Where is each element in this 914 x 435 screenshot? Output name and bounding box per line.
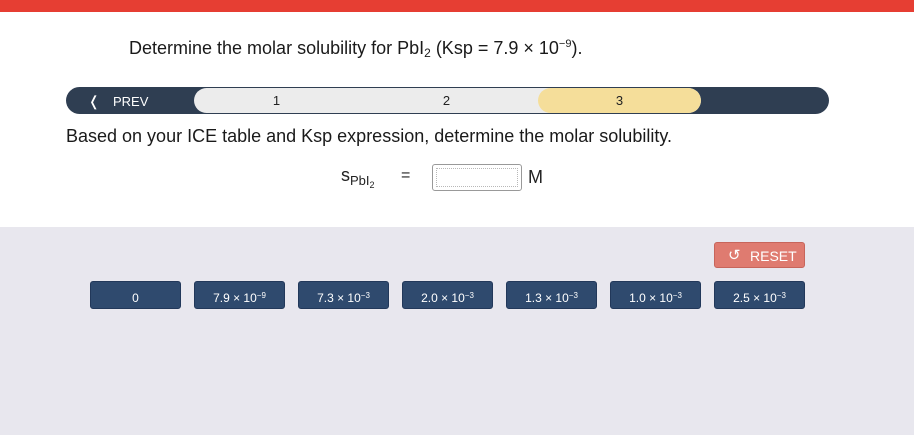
tile-exponent: −3	[776, 291, 786, 300]
answer-tile-6[interactable]: 2.5 × 10−3	[714, 281, 805, 309]
step-3-active[interactable]: 3	[538, 88, 701, 113]
instruction-text: Based on your ICE table and Ksp expressi…	[66, 126, 672, 146]
question-exponent: −9	[558, 38, 572, 50]
answer-tile-3[interactable]: 2.0 × 10−3	[402, 281, 493, 309]
tile-base: 7.3 × 10	[317, 291, 361, 305]
question-suffix: ).	[571, 38, 583, 58]
symbol-s: s	[341, 165, 350, 185]
question-prefix: Determine the molar solubility for PbI	[129, 38, 425, 58]
tile-base: 7.9 × 10	[213, 291, 257, 305]
answer-tile-5[interactable]: 1.0 × 10−3	[610, 281, 701, 309]
tile-exponent: −9	[256, 291, 266, 300]
answer-tile-4[interactable]: 1.3 × 10−3	[506, 281, 597, 309]
solubility-symbol: sPbI2	[341, 165, 375, 190]
equals-sign: =	[401, 167, 411, 184]
prev-label: PREV	[113, 94, 149, 109]
symbol-subscript: PbI	[350, 173, 370, 188]
undo-icon: ↺	[728, 247, 741, 264]
tile-base: 2.5 × 10	[733, 291, 777, 305]
top-accent-bar	[0, 0, 914, 12]
tile-base: 2.0 × 10	[421, 291, 465, 305]
answer-tile-0[interactable]: 0	[90, 281, 181, 309]
step-1[interactable]: 1	[194, 88, 359, 113]
step-track: 1 2 3	[194, 88, 701, 113]
question-text: Determine the molar solubility for PbI2 …	[129, 38, 582, 60]
chevron-left-icon: ❬	[88, 93, 100, 109]
reset-button[interactable]: ↺ RESET	[714, 242, 805, 268]
tile-exponent: −3	[360, 291, 370, 300]
tile-exponent: −3	[464, 291, 474, 300]
tile-base: 1.3 × 10	[525, 291, 569, 305]
answer-tile-2[interactable]: 7.3 × 10−3	[298, 281, 389, 309]
tile-base: 1.0 × 10	[629, 291, 673, 305]
symbol-subscript-2: 2	[369, 180, 375, 190]
unit-label: M	[528, 167, 543, 187]
step-navigator: ❬ PREV 1 2 3	[66, 87, 829, 114]
question-subscript: 2	[424, 46, 431, 60]
step-2[interactable]: 2	[359, 88, 534, 113]
prev-button[interactable]: ❬ PREV	[66, 87, 194, 114]
tile-exponent: −3	[672, 291, 682, 300]
tile-exponent: −3	[568, 291, 578, 300]
answer-drop-field[interactable]	[432, 164, 522, 191]
tile-base: 0	[132, 291, 139, 305]
question-middle: (Ksp = 7.9 × 10	[430, 38, 559, 58]
reset-label: RESET	[750, 248, 797, 264]
answer-tile-1[interactable]: 7.9 × 10−9	[194, 281, 285, 309]
answer-value	[436, 168, 518, 187]
